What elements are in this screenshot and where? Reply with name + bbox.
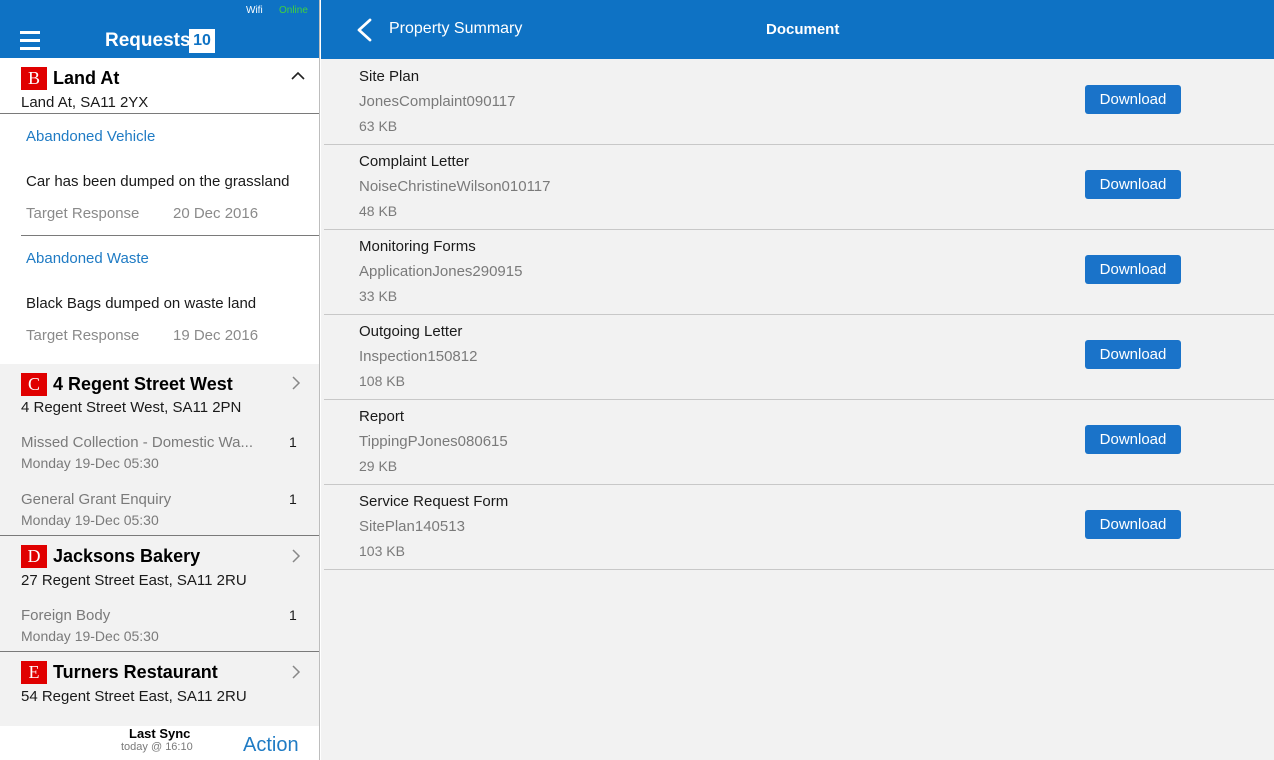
chevron-up-icon[interactable] — [290, 70, 306, 82]
document-size: 33 KB — [359, 288, 398, 304]
last-sync-label: Last Sync — [129, 726, 191, 741]
download-button[interactable]: Download — [1085, 340, 1181, 369]
document-file: SitePlan140513 — [359, 518, 465, 535]
document-file: TippingPJones080615 — [359, 433, 508, 450]
document-row: Service Request Form SitePlan140513 103 … — [324, 485, 1274, 570]
document-name: Site Plan — [359, 68, 420, 85]
request-title: General Grant Enquiry — [21, 491, 172, 508]
request-description: Car has been dumped on the grassland — [26, 173, 290, 190]
request-time: Monday 19-Dec 05:30 — [21, 512, 159, 528]
document-row: Site Plan JonesComplaint090117 63 KB Dow… — [324, 60, 1274, 145]
app: Requests 10 Wifi Online B Land At Land A… — [0, 0, 1274, 760]
document-file: JonesComplaint090117 — [359, 93, 516, 110]
request-title: Foreign Body — [21, 607, 111, 624]
document-file: ApplicationJones290915 — [359, 263, 523, 280]
request-description: Black Bags dumped on waste land — [26, 295, 257, 312]
property-address: 27 Regent Street East, SA11 2RU — [21, 572, 247, 589]
target-response-label: Target Response — [26, 327, 140, 344]
document-row: Monitoring Forms ApplicationJones290915 … — [324, 230, 1274, 315]
property-badge: B — [21, 67, 47, 90]
request-count: 1 — [289, 607, 297, 623]
back-button[interactable]: Property Summary — [351, 16, 531, 44]
request-category-link[interactable]: Abandoned Waste — [26, 250, 149, 267]
chevron-right-icon[interactable] — [290, 664, 302, 680]
document-header: Property Summary Document — [321, 0, 1274, 59]
request-category-link[interactable]: Abandoned Vehicle — [26, 128, 155, 145]
download-button[interactable]: Download — [1085, 170, 1181, 199]
chevron-right-icon[interactable] — [290, 375, 302, 391]
divider — [21, 235, 319, 236]
requests-pane: Requests 10 Wifi Online B Land At Land A… — [0, 0, 320, 760]
document-file: Inspection150812 — [359, 348, 478, 365]
target-response-date: 19 Dec 2016 — [173, 327, 259, 344]
request-count: 1 — [289, 491, 297, 507]
chevron-right-icon[interactable] — [290, 548, 302, 564]
document-row: Report TippingPJones080615 29 KB Downloa… — [324, 400, 1274, 485]
property-name: Jacksons Bakery — [53, 546, 201, 566]
document-size: 63 KB — [359, 118, 398, 134]
property-card-land-at[interactable]: B Land At Land At, SA11 2YX Abandoned Ve… — [0, 58, 319, 364]
property-card-4-regent-street-west[interactable]: C 4 Regent Street West 4 Regent Street W… — [0, 364, 319, 536]
document-size: 103 KB — [359, 543, 405, 559]
page-title: Document — [766, 21, 840, 38]
property-card-jacksons-bakery[interactable]: D Jacksons Bakery 27 Regent Street East,… — [0, 537, 319, 651]
property-address: 54 Regent Street East, SA11 2RU — [21, 688, 247, 705]
divider — [0, 113, 319, 114]
document-size: 108 KB — [359, 373, 405, 389]
download-button[interactable]: Download — [1085, 255, 1181, 284]
divider — [0, 651, 319, 652]
request-time: Monday 19-Dec 05:30 — [21, 628, 159, 644]
request-count: 1 — [289, 434, 297, 450]
document-pane: Property Summary Document Site Plan Jone… — [321, 0, 1274, 760]
sync-footer: Last Sync today @ 16:10 Action — [0, 726, 319, 760]
download-button[interactable]: Download — [1085, 85, 1181, 114]
requests-header: Requests 10 Wifi Online — [0, 0, 319, 58]
property-address: 4 Regent Street West, SA11 2PN — [21, 399, 242, 416]
property-name: Turners Restaurant — [53, 662, 218, 682]
document-row: Outgoing Letter Inspection150812 108 KB … — [324, 315, 1274, 400]
property-badge: E — [21, 661, 47, 684]
property-name: Land At — [53, 68, 120, 88]
wifi-status: Wifi — [246, 5, 263, 16]
back-label: Property Summary — [389, 20, 523, 37]
last-sync-time: today @ 16:10 — [121, 741, 193, 753]
document-name: Monitoring Forms — [359, 238, 476, 255]
action-button[interactable]: Action — [243, 734, 299, 757]
property-card-turners-restaurant[interactable]: E Turners Restaurant 54 Regent Street Ea… — [0, 653, 319, 725]
document-name: Service Request Form — [359, 493, 509, 510]
requests-count-badge: 10 — [189, 29, 215, 53]
property-badge: C — [21, 373, 47, 396]
online-status: Online — [279, 5, 308, 16]
property-badge: D — [21, 545, 47, 568]
download-button[interactable]: Download — [1085, 510, 1181, 539]
request-title: Missed Collection - Domestic Wa... — [21, 434, 254, 451]
back-arrow-icon — [357, 18, 372, 42]
property-name: 4 Regent Street West — [53, 374, 233, 394]
document-row: Complaint Letter NoiseChristineWilson010… — [324, 145, 1274, 230]
document-name: Complaint Letter — [359, 153, 470, 170]
target-response-label: Target Response — [26, 205, 140, 222]
download-button[interactable]: Download — [1085, 425, 1181, 454]
hamburger-menu-icon[interactable] — [20, 31, 40, 50]
document-name: Outgoing Letter — [359, 323, 463, 340]
document-size: 29 KB — [359, 458, 398, 474]
property-address: Land At, SA11 2YX — [21, 94, 149, 111]
request-time: Monday 19-Dec 05:30 — [21, 455, 159, 471]
target-response-date: 20 Dec 2016 — [173, 205, 259, 222]
divider — [0, 535, 319, 536]
document-name: Report — [359, 408, 405, 425]
document-file: NoiseChristineWilson010117 — [359, 178, 551, 195]
requests-title: Requests — [105, 30, 191, 51]
document-size: 48 KB — [359, 203, 398, 219]
